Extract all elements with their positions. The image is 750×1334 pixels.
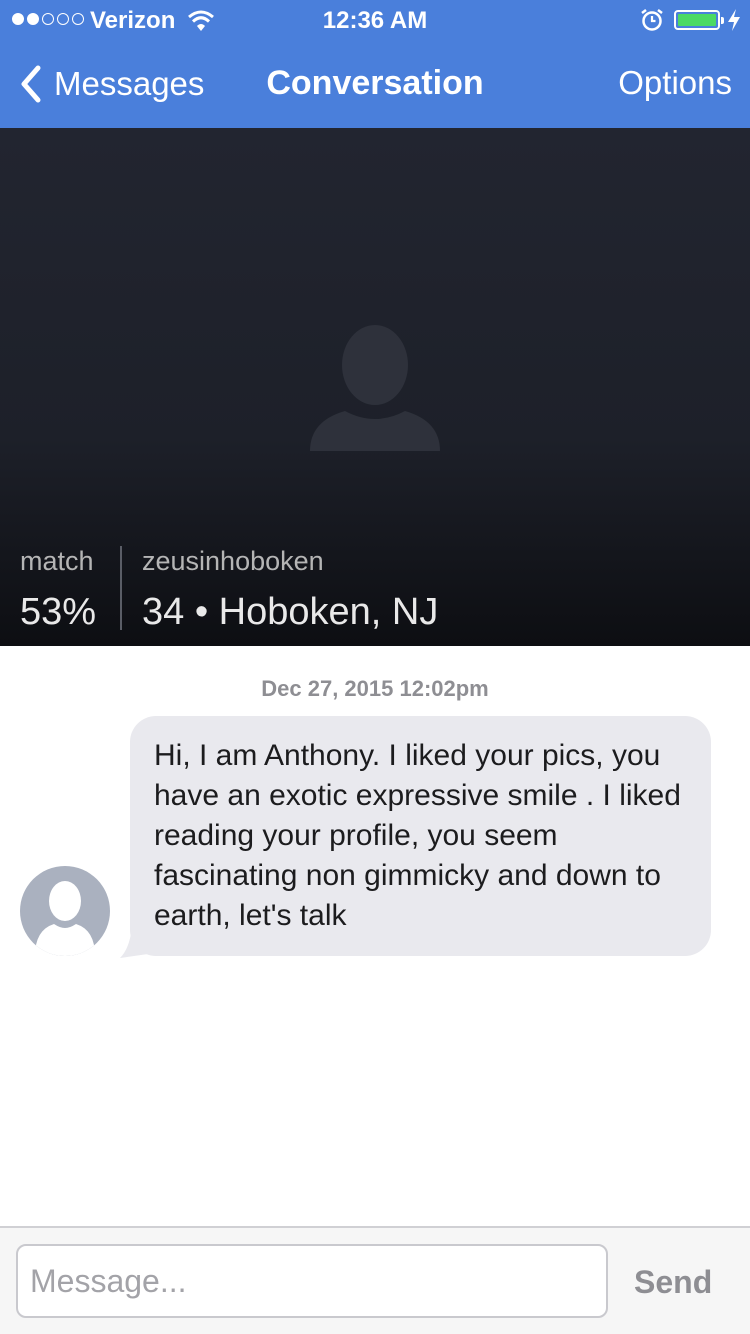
username: zeusinhoboken bbox=[142, 546, 324, 576]
profile-divider bbox=[120, 546, 122, 630]
avatar-silhouette bbox=[35, 881, 95, 956]
battery-fill bbox=[678, 14, 716, 26]
top-bar: Verizon 12:36 AM Messages Conversation O… bbox=[0, 0, 750, 128]
back-button[interactable]: Messages bbox=[18, 62, 204, 106]
message-timestamp: Dec 27, 2015 12:02pm bbox=[261, 676, 489, 701]
message-input[interactable] bbox=[16, 1244, 608, 1318]
back-button-label: Messages bbox=[54, 65, 205, 102]
battery-icon bbox=[674, 10, 724, 30]
options-button[interactable]: Options bbox=[618, 64, 732, 102]
user-info: zeusinhoboken 34 • Hoboken, NJ bbox=[142, 546, 438, 634]
send-button[interactable]: Send bbox=[634, 1264, 712, 1301]
age-location: 34 • Hoboken, NJ bbox=[142, 591, 439, 633]
alarm-clock-icon bbox=[641, 9, 663, 31]
navigation-bar: Messages Conversation Options bbox=[0, 40, 750, 128]
status-bar: Verizon 12:36 AM bbox=[0, 0, 750, 40]
chevron-left-icon bbox=[21, 65, 41, 103]
match-score: match 53% bbox=[20, 546, 96, 634]
person-avatar-icon[interactable] bbox=[20, 866, 110, 956]
match-value: 53% bbox=[20, 591, 97, 633]
profile-header[interactable]: match 53% zeusinhoboken 34 • Hoboken, NJ bbox=[0, 128, 750, 646]
match-label: match bbox=[20, 546, 94, 576]
composer-bar: Send bbox=[0, 1226, 750, 1334]
message-bubble[interactable]: Hi, I am Anthony. I liked your pics, you… bbox=[130, 716, 711, 956]
charging-bolt-icon bbox=[728, 9, 740, 31]
clock: 12:36 AM bbox=[322, 7, 428, 34]
person-silhouette-icon bbox=[310, 325, 440, 451]
